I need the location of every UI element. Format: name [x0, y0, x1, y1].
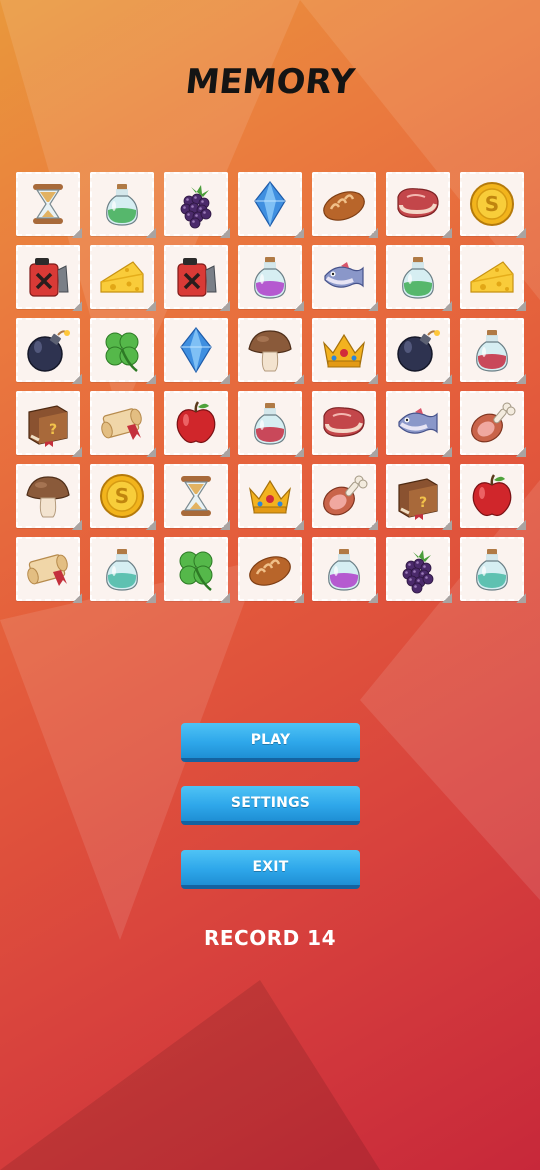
memory-card[interactable] [460, 318, 526, 384]
memory-card[interactable] [312, 464, 378, 530]
memory-card[interactable] [164, 172, 230, 238]
memory-card[interactable] [90, 537, 156, 603]
memory-card[interactable] [386, 537, 452, 603]
crown-icon [249, 479, 291, 514]
memory-card[interactable] [238, 172, 304, 238]
blue-gem-icon [254, 181, 286, 228]
memory-card[interactable] [164, 391, 230, 457]
teal-potion-icon [476, 549, 508, 591]
scroll-icon [101, 408, 142, 440]
memory-card[interactable] [238, 318, 304, 384]
mushroom-icon [248, 330, 292, 372]
memory-card[interactable] [312, 318, 378, 384]
memory-card[interactable] [238, 464, 304, 530]
memory-card[interactable] [16, 318, 82, 384]
record-score: RECORD 14 [203, 926, 337, 950]
memory-card[interactable] [16, 537, 82, 603]
play-button[interactable]: PLAY [181, 723, 360, 762]
spellbook-icon: ? [28, 405, 68, 447]
memory-card[interactable]: S [90, 464, 156, 530]
bread-icon [323, 191, 365, 221]
cheese-icon [100, 261, 144, 293]
fish-icon [324, 262, 364, 288]
blackberry-icon [180, 185, 212, 229]
clover-icon [105, 332, 139, 372]
settings-button[interactable]: SETTINGS [181, 786, 360, 825]
clover-icon [179, 551, 213, 591]
gold-coin-icon: S [470, 182, 514, 226]
memory-card[interactable] [386, 391, 452, 457]
steak-icon [397, 188, 439, 218]
gold-coin-icon: S [100, 474, 144, 518]
memory-card[interactable] [164, 318, 230, 384]
scroll-icon [27, 554, 68, 586]
bomb-icon [27, 330, 70, 372]
crown-icon [323, 333, 365, 368]
memory-card[interactable] [90, 172, 156, 238]
blackberry-icon [402, 550, 434, 594]
memory-card[interactable] [90, 245, 156, 311]
bread-icon [249, 556, 291, 586]
svg-text:?: ? [49, 422, 57, 438]
purple-potion-icon [254, 257, 286, 299]
memory-card[interactable] [312, 245, 378, 311]
memory-card[interactable] [460, 464, 526, 530]
memory-card[interactable] [16, 245, 82, 311]
teal-potion-icon [106, 549, 138, 591]
memory-card[interactable] [16, 172, 82, 238]
memory-card[interactable] [460, 391, 526, 457]
hourglass-icon [33, 184, 63, 224]
spellbook-icon: ? [398, 478, 438, 520]
memory-card[interactable] [164, 537, 230, 603]
fuel-can-icon [29, 258, 69, 297]
green-potion-icon [106, 184, 138, 226]
cheese-icon [470, 261, 514, 293]
apple-icon [176, 401, 216, 444]
memory-card[interactable] [238, 391, 304, 457]
memory-card[interactable] [238, 537, 304, 603]
memory-card[interactable]: ? [386, 464, 452, 530]
fish-icon [398, 408, 438, 434]
memory-card[interactable]: S [460, 172, 526, 238]
red-potion-icon [254, 403, 286, 445]
apple-icon [472, 474, 512, 517]
memory-card[interactable] [312, 391, 378, 457]
game-title: MEMORY [183, 62, 357, 102]
memory-card[interactable] [16, 464, 82, 530]
memory-card[interactable]: ? [16, 391, 82, 457]
memory-card[interactable] [386, 318, 452, 384]
memory-card[interactable] [460, 245, 526, 311]
memory-card[interactable] [386, 172, 452, 238]
memory-card[interactable] [312, 537, 378, 603]
memory-card[interactable] [460, 537, 526, 603]
memory-card[interactable] [312, 172, 378, 238]
mushroom-icon [26, 476, 70, 518]
memory-card[interactable] [238, 245, 304, 311]
svg-text:S: S [485, 192, 499, 216]
hourglass-icon [181, 476, 211, 516]
fuel-can-icon [177, 258, 217, 297]
svg-text:S: S [115, 484, 129, 508]
ham-leg-icon [471, 402, 516, 443]
memory-card[interactable] [164, 464, 230, 530]
steak-icon [323, 407, 365, 437]
purple-potion-icon [328, 549, 360, 591]
bomb-icon [397, 330, 440, 372]
green-potion-icon [402, 257, 434, 299]
memory-card[interactable] [386, 245, 452, 311]
memory-card[interactable] [164, 245, 230, 311]
tile-grid: S ? S ? [16, 172, 526, 603]
red-potion-icon [476, 330, 508, 372]
memory-card[interactable] [90, 318, 156, 384]
ham-leg-icon [323, 475, 368, 516]
exit-button[interactable]: EXIT [181, 850, 360, 889]
svg-text:?: ? [419, 495, 427, 511]
memory-card[interactable] [90, 391, 156, 457]
blue-gem-icon [180, 327, 212, 374]
